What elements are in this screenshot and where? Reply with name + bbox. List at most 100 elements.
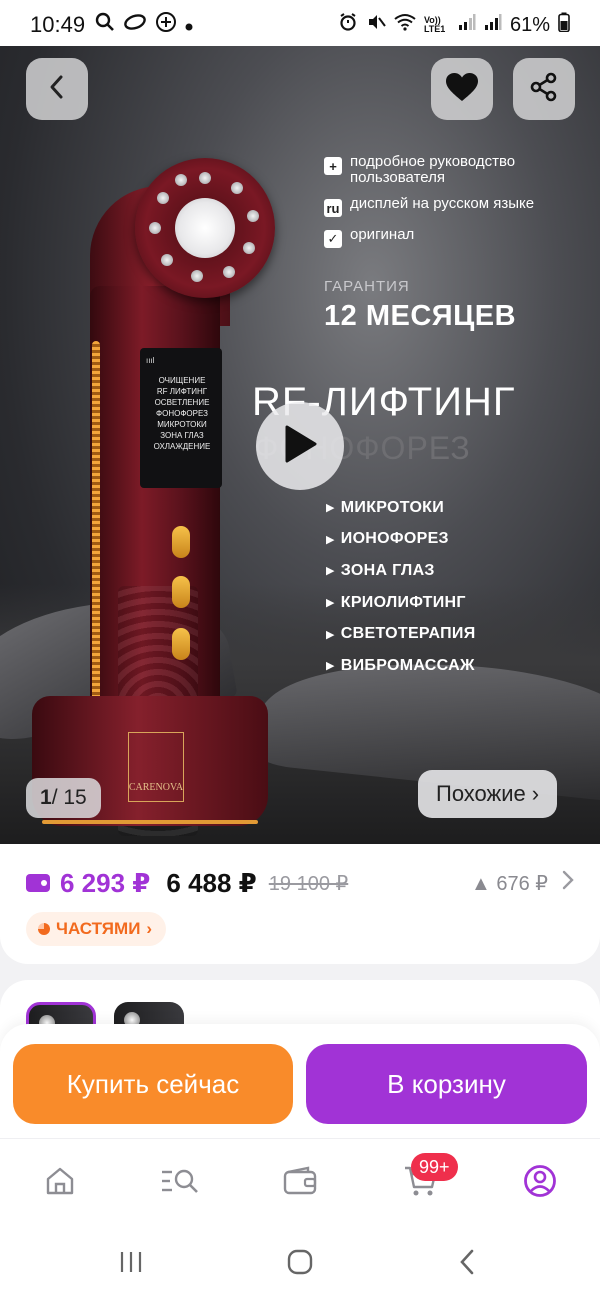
price-card: 6 293 ₽ 6 488 ₽ 19 100 ₽ ▲ 676 ₽ ЧАСТЯМИ…	[0, 844, 600, 964]
back-system-button[interactable]	[442, 1244, 492, 1284]
function-item: ▶ ВИБРОМАССАЖ	[326, 650, 476, 682]
product-page: 10:49 Vo)) LTE1 61% ıııl ОЧИЩЕНИЕ RF ЛИФ…	[0, 0, 600, 1299]
device-screen-line: ЗОНА ГЛАЗ	[160, 431, 204, 440]
status-time: 10:49	[30, 12, 86, 37]
image-counter-current: 1	[40, 786, 52, 809]
home-circle-icon	[286, 1248, 314, 1281]
device-screen: ıııl ОЧИЩЕНИЕ RF ЛИФТИНГ ОСВЕТЛЕНИЕ ФОНОФОР…	[140, 348, 222, 488]
favorite-button[interactable]	[431, 58, 493, 120]
plus-icon: +	[324, 157, 342, 175]
promo-feature: + подробное руководство пользователя	[324, 154, 594, 186]
play-video-button[interactable]	[256, 402, 344, 490]
function-label: ЗОНА ГЛАЗ	[340, 561, 435, 579]
device-screen-line: МИКРОТОКИ	[157, 420, 207, 429]
status-bar: 10:49 Vo)) LTE1 61%	[0, 0, 600, 50]
triangle-bullet-icon: ▶	[326, 565, 335, 578]
catalog-search-icon	[159, 1164, 201, 1203]
installments-button[interactable]: ЧАСТЯМИ ›	[26, 912, 167, 946]
led-dot	[191, 270, 203, 282]
promo-feature: ✓ оригинал	[324, 227, 594, 248]
buy-now-button[interactable]: Купить сейчас	[13, 1044, 293, 1124]
device-screen-line: ОХЛАЖДЕНИЕ	[153, 442, 211, 451]
device-button	[172, 628, 190, 660]
nav-home[interactable]	[35, 1161, 85, 1205]
device-screen-line: ОСВЕТЛЕНИЕ	[154, 398, 210, 407]
add-to-cart-button[interactable]: В корзину	[306, 1044, 587, 1124]
led-dot	[157, 192, 169, 204]
price-row[interactable]: 6 293 ₽ 6 488 ₽ 19 100 ₽ ▲ 676 ₽	[26, 866, 574, 900]
function-label: СВЕТОТЕРАПИЯ	[340, 625, 476, 643]
share-button[interactable]	[513, 58, 575, 120]
device-brand-logo: CARENOVA	[128, 732, 184, 802]
ru-icon: ru	[324, 199, 342, 217]
triangle-bullet-icon: ▶	[326, 628, 335, 641]
chevron-right-icon: ›	[531, 781, 540, 806]
led-dot	[161, 254, 173, 266]
wallet-icon	[282, 1165, 318, 1202]
function-item: ▶ СВЕТОТЕРАПИЯ	[326, 618, 476, 650]
device-screen-line: RF ЛИФТИНГ	[156, 387, 208, 396]
promo-features: + подробное руководство пользователя ru дис…	[324, 154, 594, 258]
function-item: ▶ КРИОЛИФТИНГ	[326, 587, 476, 619]
chevron-right-icon: ›	[146, 919, 153, 938]
old-price: 19 100 ₽	[268, 872, 349, 895]
notification-dot-icon	[185, 14, 193, 37]
promo-feature-text: оригинал	[350, 226, 415, 243]
play-icon	[283, 424, 317, 469]
add-circle-icon	[155, 11, 177, 39]
similar-products-button[interactable]: Похожие ›	[418, 770, 558, 818]
bottom-navigation: 99+	[0, 1138, 600, 1228]
network-label: Vo)) LTE1	[423, 15, 446, 34]
action-bar: Купить сейчас В корзину	[0, 1024, 600, 1138]
chevron-right-icon	[562, 870, 574, 896]
function-list: ▶ МИКРОТОКИ ▶ ИОНОФОРЕЗ ▶ ЗОНА ГЛАЗ ▶ КРИОЛИФТИ…	[326, 492, 476, 682]
device-signal-icon: ıııl	[146, 356, 155, 365]
image-counter-total: / 15	[51, 786, 87, 809]
function-label: МИКРОТОКИ	[340, 498, 445, 516]
battery-percent: 61%	[509, 13, 550, 36]
device-screen-lines: ОЧИЩЕНИЕ RF ЛИФТИНГ ОСВЕТЛЕНИЕ ФОНОФОРЕЗ МИК…	[146, 375, 218, 452]
device-screen-line: ОЧИЩЕНИЕ	[158, 376, 206, 385]
nav-catalog[interactable]	[155, 1161, 205, 1205]
promo-feature-text: подробное руководство пользователя	[350, 153, 516, 186]
nav-profile[interactable]	[515, 1161, 565, 1205]
search-icon	[95, 12, 115, 38]
wallet-icon	[26, 874, 50, 892]
status-right: Vo)) LTE1 61%	[338, 12, 570, 38]
device-screen-line: ФОНОФОРЕЗ	[156, 409, 208, 418]
recent-apps-icon	[118, 1249, 144, 1280]
oval-app-icon	[123, 12, 147, 38]
led-dot	[243, 242, 255, 254]
home-icon	[43, 1164, 77, 1203]
home-system-button[interactable]	[275, 1244, 325, 1284]
triangle-bullet-icon: ▶	[326, 502, 335, 515]
device-lens	[175, 198, 235, 258]
back-button[interactable]	[26, 58, 88, 120]
promo-feature: ru дисплей на русском языке	[324, 196, 594, 217]
device-head	[135, 158, 275, 298]
triangle-bullet-icon: ▶	[326, 533, 335, 546]
mute-icon	[366, 12, 386, 38]
chevron-left-icon	[46, 74, 68, 105]
wifi-icon	[394, 13, 416, 37]
function-label: ИОНОФОРЕЗ	[340, 530, 449, 548]
recent-apps-button[interactable]	[106, 1244, 156, 1284]
warranty-value: 12 МЕСЯЦЕВ	[324, 300, 517, 332]
led-dot	[247, 210, 259, 222]
battery-icon	[558, 12, 570, 38]
similar-label: Похожие	[436, 781, 526, 806]
function-item: ▶ ИОНОФОРЕЗ	[326, 524, 476, 556]
led-dot	[231, 182, 243, 194]
card-price: 6 293 ₽	[60, 867, 151, 898]
triangle-bullet-icon: ▶	[326, 597, 335, 610]
signal-1-icon	[458, 13, 476, 37]
signal-2-icon	[484, 13, 502, 37]
led-dot	[149, 222, 161, 234]
device-light-strip	[92, 341, 100, 711]
nav-wallet[interactable]	[275, 1161, 325, 1205]
promo-feature-text: дисплей на русском языке	[350, 195, 535, 212]
warranty-label: ГАРАНТИЯ	[324, 278, 410, 295]
led-dot	[223, 266, 235, 278]
alarm-icon	[338, 12, 358, 38]
installments-label: ЧАСТЯМИ	[56, 919, 141, 938]
